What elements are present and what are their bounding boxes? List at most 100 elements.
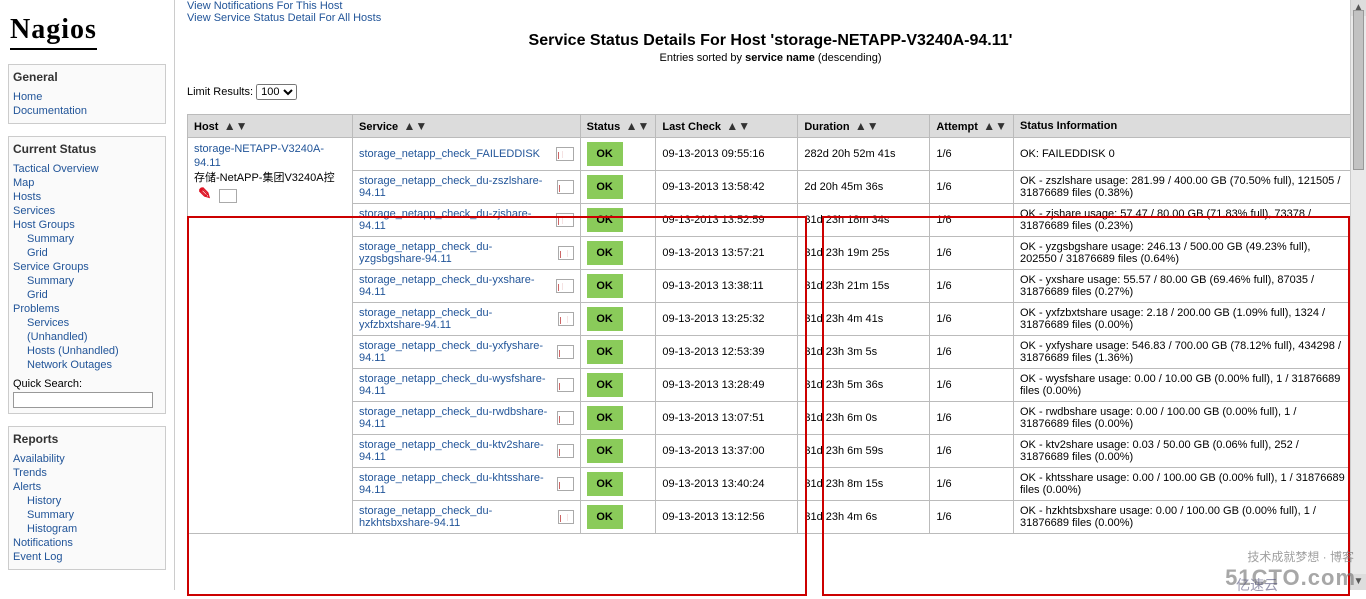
- th-lastcheck[interactable]: Last Check ▲▼: [656, 115, 798, 138]
- lastcheck-cell: 09-13-2013 13:52:59: [656, 204, 798, 237]
- nav-hosts-unhandled-[interactable]: Hosts (Unhandled): [13, 344, 161, 358]
- host-link[interactable]: storage-NETAPP-V3240A-94.11: [194, 143, 324, 169]
- th-attempt[interactable]: Attempt ▲▼: [930, 115, 1014, 138]
- nav-histogram[interactable]: Histogram: [13, 522, 161, 536]
- graph-icon[interactable]: [557, 345, 574, 359]
- duration-cell: 31d 23h 4m 6s: [798, 501, 930, 534]
- nav-summary[interactable]: Summary: [13, 508, 161, 522]
- link-view-notifications[interactable]: View Notifications For This Host: [187, 0, 342, 12]
- graph-icon[interactable]: [557, 180, 574, 194]
- th-service[interactable]: Service ▲▼: [353, 115, 581, 138]
- graph-icon[interactable]: [557, 411, 574, 425]
- service-link[interactable]: storage_netapp_check_du-zszlshare-94.11: [359, 175, 557, 199]
- nav-alerts[interactable]: Alerts: [13, 480, 161, 494]
- sort-icon[interactable]: ▲▼: [980, 119, 1007, 133]
- vertical-scrollbar[interactable]: ▲ ▼: [1350, 0, 1366, 590]
- service-link[interactable]: storage_netapp_check_du-yxfzbxtshare-94.…: [359, 307, 558, 331]
- graph-icon[interactable]: [557, 444, 574, 458]
- scroll-thumb[interactable]: [1353, 10, 1364, 170]
- th-info[interactable]: Status Information: [1014, 115, 1354, 138]
- sidebar-current-status: Current Status Tactical OverviewMapHosts…: [8, 136, 166, 414]
- nav-grid[interactable]: Grid: [13, 246, 161, 260]
- attempt-cell: 1/6: [930, 402, 1014, 435]
- th-duration[interactable]: Duration ▲▼: [798, 115, 930, 138]
- service-link[interactable]: storage_netapp_check_du-yxfyshare-94.11: [359, 340, 557, 364]
- sort-icon[interactable]: ▲▼: [852, 119, 879, 133]
- th-status[interactable]: Status ▲▼: [580, 115, 656, 138]
- limit-select[interactable]: 100: [256, 84, 297, 100]
- service-cell: storage_netapp_check_FAILEDDISK: [353, 138, 581, 171]
- th-host[interactable]: Host ▲▼: [188, 115, 353, 138]
- sort-icon[interactable]: ▲▼: [723, 119, 750, 133]
- graph-icon[interactable]: [558, 312, 574, 326]
- limit-label: Limit Results:: [187, 86, 253, 98]
- nav-event-log[interactable]: Event Log: [13, 550, 161, 564]
- nav--unhandled-[interactable]: (Unhandled): [13, 330, 161, 344]
- service-link[interactable]: storage_netapp_check_du-khtsshare-94.11: [359, 472, 557, 496]
- graph-icon[interactable]: [557, 378, 574, 392]
- statusinfo-cell: OK - ktv2share usage: 0.03 / 50.00 GB (0…: [1014, 435, 1354, 468]
- nav-documentation[interactable]: Documentation: [13, 104, 161, 118]
- link-view-all-hosts[interactable]: View Service Status Detail For All Hosts: [187, 12, 381, 24]
- service-cell: storage_netapp_check_du-yzgsbgshare-94.1…: [353, 237, 581, 270]
- service-link[interactable]: storage_netapp_check_du-wysfshare-94.11: [359, 373, 557, 397]
- table-row: storage_netapp_check_du-zszlshare-94.11O…: [188, 171, 1354, 204]
- nav-trends[interactable]: Trends: [13, 466, 161, 480]
- status-cell: OK: [580, 270, 656, 303]
- graph-icon[interactable]: [556, 147, 574, 161]
- service-link[interactable]: storage_netapp_check_FAILEDDISK: [359, 148, 540, 160]
- service-link[interactable]: storage_netapp_check_du-yzgsbgshare-94.1…: [359, 241, 558, 265]
- nav-home[interactable]: Home: [13, 90, 161, 104]
- nav-hosts[interactable]: Hosts: [13, 190, 161, 204]
- watermark-yisu: 亿速云: [1236, 575, 1278, 595]
- lastcheck-cell: 09-13-2013 13:40:24: [656, 468, 798, 501]
- duration-cell: 31d 23h 6m 0s: [798, 402, 930, 435]
- nav-notifications[interactable]: Notifications: [13, 536, 161, 550]
- duration-cell: 31d 23h 8m 15s: [798, 468, 930, 501]
- service-link[interactable]: storage_netapp_check_du-zjshare-94.11: [359, 208, 556, 232]
- nav-services[interactable]: Services: [13, 204, 161, 218]
- graph-icon[interactable]: [557, 477, 574, 491]
- graph-icon[interactable]: [556, 279, 574, 293]
- status-cell: OK: [580, 336, 656, 369]
- status-cell: OK: [580, 402, 656, 435]
- service-link[interactable]: storage_netapp_check_du-yxshare-94.11: [359, 274, 556, 298]
- sort-icon[interactable]: ▲▼: [622, 119, 649, 133]
- sort-icon[interactable]: ▲▼: [220, 119, 247, 133]
- nav-summary[interactable]: Summary: [13, 274, 161, 288]
- quick-search-input[interactable]: [13, 392, 153, 408]
- nav-history[interactable]: History: [13, 494, 161, 508]
- service-link[interactable]: storage_netapp_check_du-hzkhtsbxshare-94…: [359, 505, 558, 529]
- sort-icon[interactable]: ▲▼: [400, 119, 427, 133]
- nav-grid[interactable]: Grid: [13, 288, 161, 302]
- nav-availability[interactable]: Availability: [13, 452, 161, 466]
- nav-host-groups[interactable]: Host Groups: [13, 218, 161, 232]
- graph-icon[interactable]: [558, 510, 574, 524]
- statusinfo-cell: OK - hzkhtsbxshare usage: 0.00 / 100.00 …: [1014, 501, 1354, 534]
- nav-problems[interactable]: Problems: [13, 302, 161, 316]
- duration-cell: 31d 23h 21m 15s: [798, 270, 930, 303]
- host-desc: 存储-NetAPP-集团V3240A控✎: [194, 171, 346, 206]
- nav-network-outages[interactable]: Network Outages: [13, 358, 161, 372]
- status-badge: OK: [587, 439, 623, 463]
- table-row: storage_netapp_check_du-wysfshare-94.11O…: [188, 369, 1354, 402]
- nav-services[interactable]: Services: [13, 316, 161, 330]
- nav-service-groups[interactable]: Service Groups: [13, 260, 161, 274]
- duration-cell: 31d 23h 3m 5s: [798, 336, 930, 369]
- graph-icon[interactable]: [219, 189, 237, 203]
- duration-cell: 31d 23h 18m 34s: [798, 204, 930, 237]
- nav-summary[interactable]: Summary: [13, 232, 161, 246]
- watermark-sub: 技术成就梦想 · 博客: [1247, 548, 1354, 565]
- nav-map[interactable]: Map: [13, 176, 161, 190]
- lastcheck-cell: 09-13-2013 13:28:49: [656, 369, 798, 402]
- service-link[interactable]: storage_netapp_check_du-rwdbshare-94.11: [359, 406, 557, 430]
- graph-icon[interactable]: [558, 246, 574, 260]
- nav-tactical-overview[interactable]: Tactical Overview: [13, 162, 161, 176]
- graph-icon[interactable]: [556, 213, 574, 227]
- sidebar: Nagios General Home Documentation Curren…: [0, 0, 175, 590]
- lastcheck-cell: 09-13-2013 13:12:56: [656, 501, 798, 534]
- status-cell: OK: [580, 204, 656, 237]
- logo: Nagios: [10, 14, 97, 50]
- service-link[interactable]: storage_netapp_check_du-ktv2share-94.11: [359, 439, 557, 463]
- statusinfo-cell: OK: FAILEDDISK 0: [1014, 138, 1354, 171]
